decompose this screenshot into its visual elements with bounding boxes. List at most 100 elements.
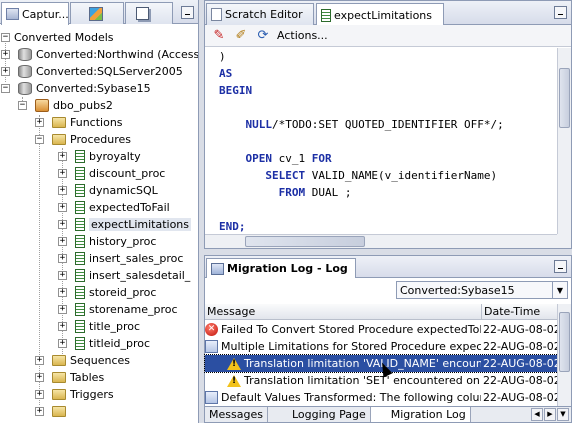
expand-icon[interactable]: +: [58, 254, 67, 263]
procedure-icon: [75, 218, 85, 231]
log-vertical-scrollbar[interactable]: [557, 304, 571, 406]
procedure-label: storename_proc: [89, 303, 178, 316]
code-area[interactable]: ) AS BEGIN NULL/*TODO:SET QUOTED_IDENTIF…: [205, 48, 557, 234]
tree-item-folder[interactable]: + Triggers: [35, 386, 114, 403]
tree-item-model[interactable]: + Converted:Northwind (Access: [1, 46, 198, 63]
minimize-left-button[interactable]: [181, 6, 194, 19]
tree-item-procedure[interactable]: + discount_proc: [58, 165, 165, 182]
minimize-editor-button[interactable]: [554, 6, 567, 19]
database-icon: [18, 65, 32, 78]
column-header-datetime[interactable]: Date-Time: [482, 304, 558, 319]
expand-icon[interactable]: +: [1, 50, 10, 59]
tree-item-model[interactable]: + Converted:SQLServer2005: [1, 63, 183, 80]
collapse-icon[interactable]: −: [18, 101, 27, 110]
pin-icon[interactable]: ✎: [211, 28, 227, 44]
tab-reports[interactable]: [125, 2, 173, 24]
tree-item-procedure[interactable]: + title_proc: [58, 318, 140, 335]
log-row[interactable]: Default Values Transformed: The followin…: [205, 389, 558, 406]
tab-scratch-editor[interactable]: Scratch Editor: [206, 3, 314, 25]
tree-item-procedure[interactable]: + history_proc: [58, 233, 156, 250]
chevron-left-icon[interactable]: ◀: [531, 408, 543, 421]
refresh-icon[interactable]: ⟳: [255, 28, 271, 44]
editor-horizontal-scrollbar[interactable]: [205, 234, 557, 248]
procedure-icon: [75, 269, 85, 282]
edit-icon[interactable]: ✐: [233, 28, 249, 44]
multi-limitations-icon: [205, 391, 218, 404]
tab-logging-page[interactable]: Logging Page: [268, 407, 371, 422]
tab-migration-log-bottom[interactable]: Migration Log: [370, 407, 471, 422]
expand-icon[interactable]: +: [58, 186, 67, 195]
tree-item-procedure[interactable]: + dynamicSQL: [58, 182, 158, 199]
expand-icon[interactable]: +: [58, 322, 67, 331]
procedure-label: expectedToFail: [89, 201, 170, 214]
tree-item-folder[interactable]: + Tables: [35, 369, 104, 386]
expand-icon[interactable]: +: [58, 305, 67, 314]
expand-icon[interactable]: +: [58, 220, 67, 229]
tab-migration-log[interactable]: Migration Log - Log: [206, 258, 356, 278]
chevron-down-icon[interactable]: ▼: [552, 282, 567, 298]
scroll-thumb[interactable]: [559, 312, 570, 372]
expand-icon[interactable]: +: [58, 237, 67, 246]
procedure-icon: [75, 286, 85, 299]
scroll-thumb[interactable]: [559, 68, 570, 128]
expand-icon[interactable]: +: [58, 169, 67, 178]
converted-models-icon: [89, 6, 103, 21]
log-row[interactable]: Multiple Limitations for Stored Procedur…: [205, 338, 558, 355]
folder-icon: [52, 355, 66, 366]
tree-item-folder[interactable]: + Functions: [35, 114, 123, 131]
expand-icon[interactable]: +: [58, 152, 67, 161]
folder-label: Sequences: [70, 354, 130, 367]
procedure-label: expectLimitations: [89, 218, 192, 231]
collapse-icon[interactable]: −: [35, 135, 44, 144]
chevron-down-icon[interactable]: ▼: [557, 408, 569, 421]
collapse-icon[interactable]: −: [1, 84, 10, 93]
chevron-right-icon[interactable]: ▶: [544, 408, 556, 421]
expand-icon[interactable]: +: [35, 407, 44, 416]
tree-item-schema[interactable]: − dbo_pubs2: [18, 97, 113, 114]
expand-icon[interactable]: +: [35, 118, 44, 127]
tree-item-procedure[interactable]: + titleid_proc: [58, 335, 150, 352]
tree-item-procedure[interactable]: + storeid_proc: [58, 284, 156, 301]
expand-icon[interactable]: +: [58, 288, 67, 297]
tree-item-model[interactable]: − Converted:Sybase15: [1, 80, 151, 97]
model-filter-select[interactable]: Converted:Sybase15 ▼: [396, 281, 568, 299]
scroll-thumb[interactable]: [245, 236, 365, 247]
actions-button[interactable]: Actions...: [277, 29, 328, 42]
tree-item-procedure[interactable]: + insert_salesdetail_: [58, 267, 190, 284]
collapse-icon[interactable]: −: [1, 33, 10, 42]
editor-vertical-scrollbar[interactable]: [557, 48, 571, 234]
tree-item-folder[interactable]: +: [35, 403, 66, 420]
tab-messages[interactable]: Messages: [205, 407, 268, 422]
tree-item-procedure[interactable]: + insert_sales_proc: [58, 250, 183, 267]
tree-item-procedure[interactable]: + storename_proc: [58, 301, 178, 318]
tree-item-procedure[interactable]: + byroyalty: [58, 148, 141, 165]
tree-item-folder[interactable]: + Sequences: [35, 352, 130, 369]
code-line: END;: [219, 220, 246, 233]
minimize-log-button[interactable]: [554, 260, 567, 273]
log-datetime: 22-AUG-08-02:: [483, 357, 558, 370]
tree-item-folder[interactable]: − Procedures: [35, 131, 131, 148]
tree-item-procedure[interactable]: + expectedToFail: [58, 199, 170, 216]
sql-text: DUAL ;: [305, 186, 352, 199]
model-label: Converted:Sybase15: [36, 82, 151, 95]
column-header-message[interactable]: Message: [205, 304, 482, 319]
expand-icon[interactable]: +: [58, 339, 67, 348]
tab-captured-models[interactable]: Captur...: [1, 2, 69, 25]
expand-icon[interactable]: +: [35, 373, 44, 382]
expand-icon[interactable]: +: [58, 203, 67, 212]
expand-icon[interactable]: +: [35, 390, 44, 399]
tree-item-procedure-selected[interactable]: + expectLimitations: [58, 216, 192, 233]
procedure-icon: [75, 167, 85, 180]
procedure-label: titleid_proc: [89, 337, 151, 350]
expand-icon[interactable]: +: [58, 271, 67, 280]
procedure-icon: [75, 235, 85, 248]
log-row[interactable]: ✕ Failed To Convert Stored Procedure expe…: [205, 321, 558, 338]
sql-keyword: SELECT: [265, 169, 306, 182]
expand-icon[interactable]: +: [1, 67, 10, 76]
tab-expectlimitations[interactable]: expectLimitations: [316, 3, 444, 26]
tab-converted-models[interactable]: [70, 2, 124, 24]
expand-icon[interactable]: +: [35, 356, 44, 365]
tree-root[interactable]: − Converted Models: [1, 29, 114, 46]
